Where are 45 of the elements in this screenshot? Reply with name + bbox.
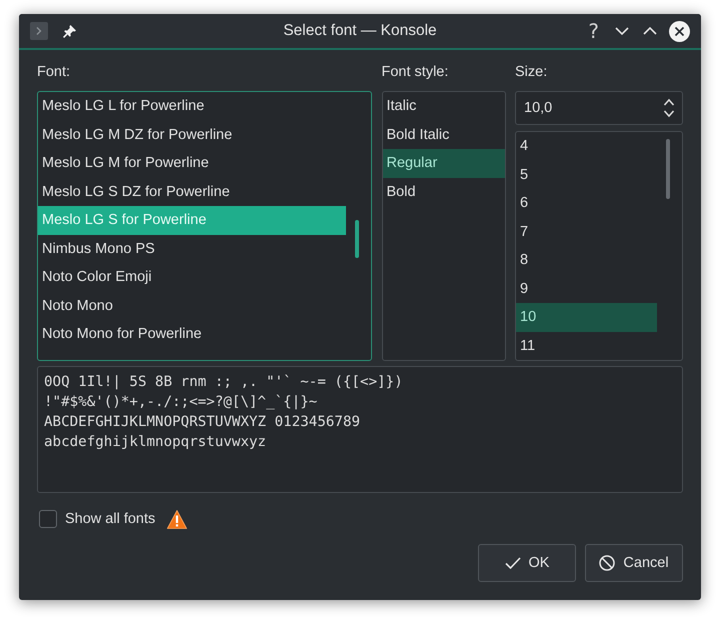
cancel-button[interactable]: Cancel xyxy=(585,544,683,582)
font-label: Font: xyxy=(37,63,72,82)
close-icon[interactable] xyxy=(669,20,690,42)
list-item[interactable]: 8 xyxy=(516,246,657,274)
list-item[interactable]: Meslo LG M for Powerline xyxy=(38,149,346,178)
font-list[interactable]: Meslo LG L for Powerline Meslo LG M DZ for Powerline Meslo LG M for Powerline Meslo LG S DZ for Powerline Meslo LG S for Powerline Nimbus Mono PS Noto Color Emoji Noto Mono Noto Mono for Powerline xyxy=(37,91,372,361)
list-item[interactable]: 10 xyxy=(516,303,657,332)
ok-button[interactable]: OK xyxy=(478,544,576,582)
list-item[interactable]: 7 xyxy=(516,218,657,246)
list-item[interactable]: Noto Mono xyxy=(38,292,346,320)
size-label: Size: xyxy=(515,63,548,82)
scrollbar-thumb[interactable] xyxy=(355,220,359,258)
checkbox[interactable] xyxy=(39,510,57,528)
list-item[interactable]: Noto Color Emoji xyxy=(38,263,346,292)
list-item[interactable]: 4 xyxy=(516,132,657,160)
help-button[interactable]: ? xyxy=(588,21,599,41)
list-item[interactable]: Bold xyxy=(382,178,504,206)
scrollbar-thumb[interactable] xyxy=(666,139,670,199)
font-style-label: Font style: xyxy=(382,63,450,82)
font-style-list[interactable]: Italic Bold Italic Regular Bold xyxy=(382,91,506,361)
window-title: Select font — Konsole xyxy=(283,22,437,40)
list-item[interactable]: Nimbus Mono PS xyxy=(38,234,346,263)
chevron-down-icon[interactable] xyxy=(615,27,629,35)
checkbox-label[interactable]: Show all fonts xyxy=(65,511,156,527)
preview-field[interactable]: 0OQ 1Il!| 5S 8B rnm :; ,. "'` ~-= ({[<>]}) !"#$%&'()*+,-./:;<=>?@[\]^_`{|}~ ABCDEFGHIJKLMNOPQRSTUVWXYZ 0123456789 abcdefghijklmnopqrstuvwxyz xyxy=(37,366,683,493)
terminal-app-icon[interactable] xyxy=(30,22,48,40)
list-item[interactable]: 5 xyxy=(516,160,657,189)
warning-icon xyxy=(167,510,188,528)
list-item[interactable]: Meslo LG M DZ for Powerline xyxy=(38,120,346,149)
pin-icon[interactable] xyxy=(63,24,76,38)
size-spinbox[interactable]: 10,0 xyxy=(515,91,683,125)
size-list[interactable]: 4 5 6 7 8 9 10 11 xyxy=(515,131,683,361)
list-item[interactable]: 6 xyxy=(516,189,657,218)
list-item[interactable]: Noto Mono for Powerline xyxy=(38,320,346,348)
list-item[interactable]: Regular xyxy=(382,149,504,178)
checkmark-icon xyxy=(504,557,521,569)
list-item[interactable]: 11 xyxy=(516,332,657,360)
list-item[interactable]: Meslo LG L for Powerline xyxy=(38,92,346,120)
list-item[interactable]: 9 xyxy=(516,274,657,303)
list-item[interactable]: Meslo LG S DZ for Powerline xyxy=(38,178,346,206)
spin-arrows-icon[interactable] xyxy=(663,98,675,118)
chevron-up-icon[interactable] xyxy=(643,27,657,35)
list-item[interactable]: Italic xyxy=(382,92,504,120)
cancel-icon xyxy=(599,555,616,571)
list-item[interactable]: Bold Italic xyxy=(382,120,504,149)
